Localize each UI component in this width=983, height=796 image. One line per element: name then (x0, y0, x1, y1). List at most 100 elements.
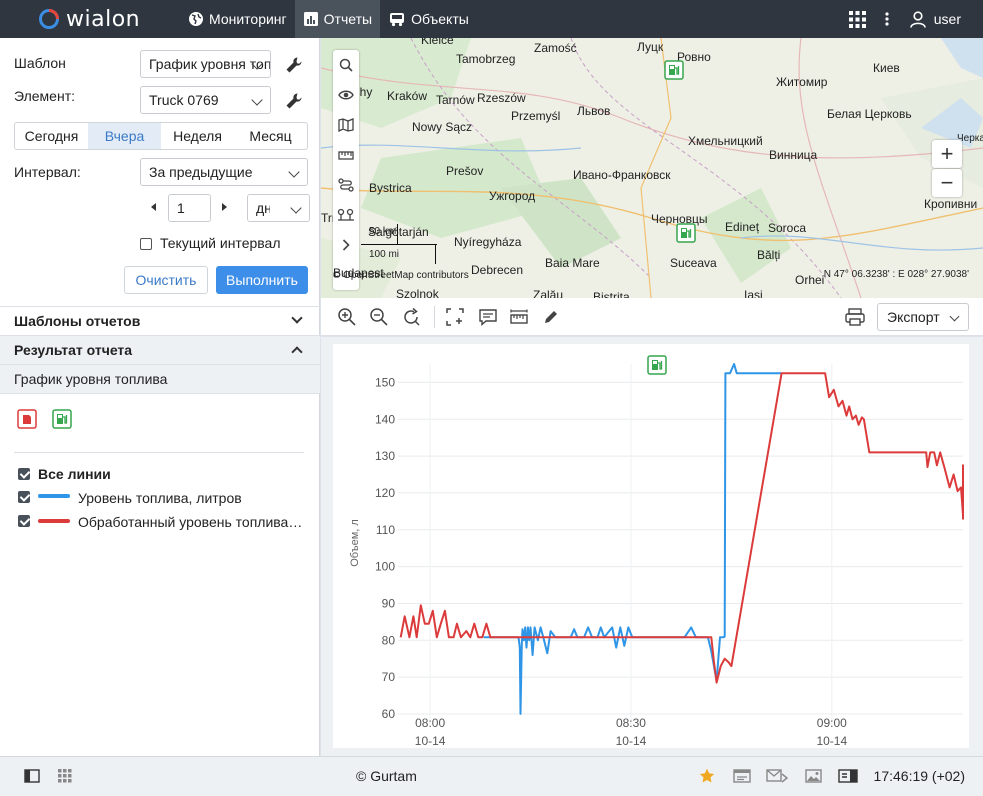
clear-button[interactable]: Очистить (124, 266, 208, 294)
pencil-icon[interactable] (541, 307, 561, 327)
template-select[interactable]: График уровня топлива (140, 50, 271, 78)
reset-zoom-icon[interactable] (401, 307, 421, 327)
period-tabs: Сегодня Вчера Неделя Месяц (14, 122, 308, 150)
y-tick-label: 110 (376, 523, 395, 537)
print-icon[interactable] (844, 307, 866, 327)
map-route-button[interactable] (333, 170, 359, 200)
map-view[interactable]: Kielce Zamość Луцк Ровно Tamobrzeg Житом… (321, 38, 983, 298)
interval-unit-select[interactable]: дни (247, 194, 310, 222)
ruler-icon[interactable] (509, 307, 529, 327)
element-select[interactable]: Truck 0769 (140, 86, 271, 114)
globe-icon (189, 12, 203, 26)
map-ruler-button[interactable] (333, 140, 359, 170)
footer-bar: © Gurtam 17:46:19 (+02) (0, 756, 983, 796)
series-processed-fuel-checkbox[interactable] (18, 515, 30, 527)
x-tick-date: 10-14 (816, 734, 847, 748)
export-dropdown[interactable]: Экспорт (877, 303, 969, 331)
current-interval-label: Текущий интервал (160, 235, 281, 251)
y-tick-label: 60 (382, 707, 396, 721)
export-label: Экспорт (887, 309, 940, 325)
fuel-level-chart[interactable]: 60 70 80 90 100 110 120 130 140 150 08:00 10-14 08:… (333, 344, 969, 748)
y-tick-label: 140 (375, 412, 395, 426)
interval-label: Интервал: (14, 164, 81, 180)
fuel-drain-icon[interactable] (17, 409, 37, 429)
map-city: Tarnów (436, 93, 475, 107)
kebab-menu-icon (885, 12, 889, 26)
map-city: Bistrița (593, 290, 630, 298)
zoom-out-button[interactable]: − (932, 169, 962, 197)
more-menu-button[interactable] (884, 11, 890, 27)
map-city: Киев (873, 61, 900, 75)
grid-view-icon[interactable] (58, 769, 72, 783)
search-icon (339, 58, 353, 72)
map-coordinates: N 47° 06.3238' : E 028° 27.9038' (823, 269, 969, 280)
refuel-event-marker-icon[interactable] (647, 355, 667, 375)
map-search-button[interactable] (333, 50, 359, 80)
map-city: Przemyśl (511, 109, 561, 123)
map-layers-visibility-button[interactable] (333, 80, 359, 110)
messages-icon[interactable] (766, 769, 788, 783)
current-interval-checkbox[interactable] (140, 238, 152, 250)
copyright: © Gurtam (356, 768, 417, 784)
wialon-logo[interactable]: wialon (38, 0, 168, 38)
interval-value: За предыдущие (149, 164, 253, 180)
wrench-icon[interactable] (285, 56, 303, 74)
tab-today[interactable]: Сегодня (15, 123, 88, 149)
tab-week[interactable]: Неделя (161, 123, 234, 149)
template-label: Шаблон (14, 55, 66, 71)
all-lines-checkbox[interactable] (18, 468, 30, 480)
nav-units[interactable]: Объекты (380, 0, 477, 38)
report-result-section[interactable]: Результат отчета (0, 335, 320, 364)
fuel-fill-marker-icon[interactable] (664, 60, 684, 80)
monitoring-panel-icon[interactable] (838, 769, 858, 783)
image-icon[interactable] (805, 769, 822, 783)
map-source-button[interactable] (333, 110, 359, 140)
nav-monitoring[interactable]: Мониторинг (180, 0, 295, 38)
report-templates-label: Шаблоны отчетов (14, 313, 141, 329)
main-nav: Мониторинг Отчеты Объекты (180, 0, 477, 38)
nav-reports-label: Отчеты (323, 11, 373, 27)
run-button[interactable]: Выполнить (216, 266, 308, 294)
comment-icon[interactable] (478, 307, 498, 327)
interval-count-input[interactable]: 1 (168, 194, 211, 222)
nav-reports[interactable]: Отчеты (294, 0, 381, 38)
map-scale: 50 km 100 mi (361, 224, 437, 264)
series-fuel-level-checkbox[interactable] (18, 491, 30, 503)
notifications-icon[interactable] (733, 769, 751, 783)
report-icon (303, 12, 318, 26)
series-line-fuel-level[interactable] (483, 363, 782, 715)
zoom-in-button[interactable]: + (932, 140, 962, 168)
zoom-out-icon[interactable] (369, 307, 389, 327)
report-templates-section[interactable]: Шаблоны отчетов (0, 306, 320, 335)
element-label: Элемент: (14, 88, 75, 104)
tab-yesterday[interactable]: Вчера (88, 123, 161, 149)
select-area-icon[interactable] (445, 307, 465, 327)
chevron-down-icon (251, 94, 263, 106)
map-city: Кропивни (924, 197, 978, 211)
fuel-fill-marker-icon[interactable] (676, 223, 696, 243)
user-menu[interactable]: user (909, 10, 961, 28)
result-item-fuel-chart[interactable]: График уровня топлива (0, 364, 320, 394)
zoom-in-icon[interactable] (337, 307, 357, 327)
x-tick-time: 08:00 (415, 716, 445, 730)
star-icon[interactable] (699, 768, 715, 784)
chevron-down-icon (291, 312, 303, 324)
logo-text: wialon (66, 6, 141, 32)
interval-select[interactable]: За предыдущие (140, 158, 308, 186)
map-trace-button[interactable] (333, 200, 359, 230)
map-city: Zamość (534, 41, 577, 55)
toggle-panel-icon[interactable] (24, 769, 40, 783)
wrench-icon[interactable] (285, 92, 303, 110)
tab-month[interactable]: Месяц (234, 123, 307, 149)
decrement-icon[interactable] (151, 203, 156, 211)
fuel-fill-icon[interactable] (52, 409, 72, 429)
interval-count-value: 1 (177, 200, 185, 216)
apps-grid-button[interactable] (848, 10, 866, 28)
x-tick-date: 10-14 (616, 734, 647, 748)
interval-unit-value: дни (256, 200, 270, 216)
top-bar: wialon Мониторинг Отчеты Объекты user (0, 0, 983, 38)
map-attribution[interactable]: © OpenStreetMap contributors (333, 270, 469, 281)
x-tick-time: 08:30 (616, 716, 646, 730)
increment-icon[interactable] (222, 203, 227, 211)
map-tools-expand-button[interactable] (333, 230, 359, 260)
